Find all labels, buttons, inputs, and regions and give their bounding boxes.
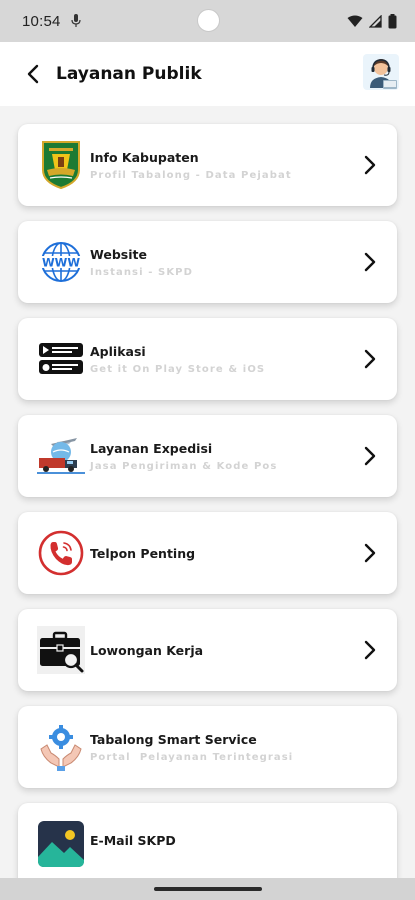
chevron-right-icon — [364, 252, 376, 272]
page-title: Layanan Publik — [56, 64, 202, 84]
list-item-text: Lowongan Kerja — [90, 643, 347, 658]
list-item-website[interactable]: WWW Website Instansi - SKPD — [18, 221, 397, 303]
list-item-lowongan-kerja[interactable]: Lowongan Kerja — [18, 609, 397, 691]
list-item-aplikasi[interactable]: Aplikasi Get it On Play Store & iOS — [18, 318, 397, 400]
list-item-title: Tabalong Smart Service — [90, 731, 257, 747]
service-list: Info Kabupaten Profil Tabalong - Data Pe… — [0, 106, 415, 900]
list-item-text: Info Kabupaten Profil Tabalong - Data Pe… — [90, 150, 347, 181]
customer-support-avatar-icon[interactable] — [363, 54, 399, 90]
smart-service-hands-icon — [36, 722, 86, 772]
app-bar: Layanan Publik — [0, 42, 415, 106]
status-bar: 10:54 — [0, 0, 415, 42]
chevron-right-icon — [364, 543, 376, 563]
list-item-subtitle: Jasa Pengiriman & Kode Pos — [90, 460, 278, 472]
list-item-subtitle: Instansi - SKPD — [90, 266, 194, 278]
phone-screen: 10:54 Layanan Publik Info Kabupaten Prof… — [0, 0, 415, 900]
battery-icon — [388, 13, 397, 28]
signal-icon — [369, 14, 382, 28]
list-item-text: Website Instansi - SKPD — [90, 247, 347, 278]
list-item-text: E-Mail SKPD — [90, 833, 347, 848]
chevron-right-icon — [364, 349, 376, 369]
list-item-text: Telpon Penting — [90, 546, 347, 561]
image-placeholder-icon — [36, 819, 86, 869]
regency-emblem-icon — [36, 140, 86, 190]
list-item-tabalong-smart-service[interactable]: Tabalong Smart Service Portal Pelayanan … — [18, 706, 397, 788]
camera-cutout — [197, 9, 220, 32]
status-time: 10:54 — [22, 12, 61, 30]
home-gesture-handle[interactable] — [154, 887, 262, 891]
list-item-text: Tabalong Smart Service Portal Pelayanan … — [90, 732, 347, 763]
list-item-subtitle: Profil Tabalong - Data Pejabat — [90, 169, 292, 181]
svg-text:WWW: WWW — [42, 256, 80, 270]
list-item-layanan-expedisi[interactable]: Layanan Expedisi Jasa Pengiriman & Kode … — [18, 415, 397, 497]
microphone-icon — [70, 14, 81, 27]
chevron-right-icon — [364, 640, 376, 660]
list-item-text: Aplikasi Get it On Play Store & iOS — [90, 344, 347, 375]
list-item-text: Layanan Expedisi Jasa Pengiriman & Kode … — [90, 441, 347, 472]
list-item-title: Info Kabupaten — [90, 149, 199, 165]
status-right — [347, 13, 397, 29]
list-item-info-kabupaten[interactable]: Info Kabupaten Profil Tabalong - Data Pe… — [18, 124, 397, 206]
list-item-subtitle: Portal Pelayanan Terintegrasi — [90, 751, 294, 763]
system-navigation-bar — [0, 878, 415, 900]
list-item-subtitle: Get it On Play Store & iOS — [90, 363, 266, 375]
www-globe-icon: WWW — [36, 237, 86, 287]
arrow-back-icon — [27, 64, 39, 84]
list-item-title: E-Mail SKPD — [90, 833, 176, 848]
phone-call-icon — [36, 528, 86, 578]
list-item-telpon-penting[interactable]: Telpon Penting — [18, 512, 397, 594]
list-item-title: Layanan Expedisi — [90, 440, 213, 456]
list-item-title: Aplikasi — [90, 343, 146, 359]
wifi-icon — [347, 15, 363, 27]
briefcase-search-icon — [36, 625, 86, 675]
list-item-title: Website — [90, 246, 147, 262]
list-item-title: Telpon Penting — [90, 545, 196, 561]
chevron-right-icon — [364, 155, 376, 175]
list-item-title: Lowongan Kerja — [90, 642, 204, 658]
shipping-transport-icon — [36, 431, 86, 481]
chevron-right-icon — [364, 446, 376, 466]
app-store-badges-icon — [36, 334, 86, 384]
back-button[interactable] — [18, 59, 48, 89]
status-left: 10:54 — [22, 13, 81, 30]
